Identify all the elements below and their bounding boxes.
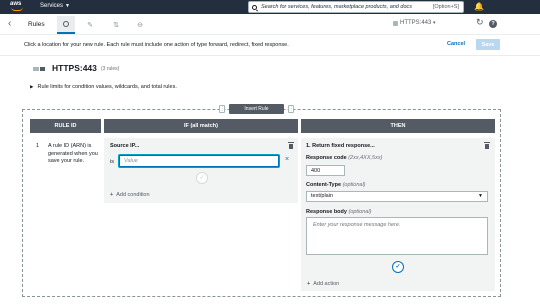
response-code-label-text: Response code bbox=[306, 155, 347, 161]
action-title: 1. Return fixed response... bbox=[306, 143, 375, 149]
if-header: IF (all match) bbox=[104, 119, 298, 133]
content-type-hint: (optional) bbox=[342, 182, 366, 188]
tab-reorder-rules[interactable]: ⇅ bbox=[107, 16, 125, 34]
top-nav-bar: aws Services ▼ Search for services, featu… bbox=[0, 0, 540, 14]
reorder-icon: ⇅ bbox=[113, 22, 119, 29]
then-header: THEN bbox=[301, 119, 495, 133]
then-action-panel: 1. Return fixed response... Response cod… bbox=[301, 138, 495, 291]
plus-icon: + bbox=[110, 192, 114, 198]
insert-rule-button[interactable]: Insert Rule bbox=[229, 104, 284, 114]
cancel-button[interactable]: Cancel bbox=[447, 41, 465, 47]
refresh-icon[interactable]: ↻ bbox=[476, 17, 484, 28]
rule-number: 1 bbox=[36, 143, 40, 149]
trash-icon[interactable] bbox=[484, 142, 490, 149]
response-code-input[interactable] bbox=[306, 165, 345, 176]
delete-icon: ⊖ bbox=[137, 22, 143, 29]
add-action-button[interactable]: + Add action bbox=[307, 281, 339, 287]
confirm-action-icon[interactable]: ✓ bbox=[392, 261, 404, 273]
response-body-input[interactable] bbox=[306, 217, 488, 255]
tab-add-rule[interactable] bbox=[57, 16, 75, 34]
caret-right-icon: ▶ bbox=[30, 84, 34, 89]
drag-handle-icon[interactable]: ⋮ bbox=[288, 105, 294, 113]
content-type-value: text/plain bbox=[311, 193, 334, 199]
drag-handle-icon[interactable]: ⋮ bbox=[219, 105, 225, 113]
search-placeholder: Search for services, features, marketpla… bbox=[261, 4, 413, 10]
back-arrow-icon[interactable]: ‹ bbox=[8, 18, 11, 29]
lock-icon bbox=[393, 21, 398, 26]
condition-operator: is bbox=[110, 159, 114, 165]
rules-toolbar: ‹ Rules ✎ ⇅ ⊖ HTTPS:443 ▾ ↻ ? bbox=[0, 14, 540, 35]
content-type-label: Content-Type (optional) bbox=[306, 182, 366, 188]
tab-edit-rule[interactable]: ✎ bbox=[81, 16, 99, 34]
search-shortcut: [Option+S] bbox=[432, 4, 459, 10]
insert-rule-control: ⋮ Insert Rule ⋮ bbox=[219, 104, 309, 114]
bell-icon[interactable]: 🔔 bbox=[474, 2, 484, 11]
close-icon[interactable]: × bbox=[285, 156, 289, 163]
confirm-condition-icon[interactable]: ✓ bbox=[196, 172, 208, 184]
page-title: Rules bbox=[28, 21, 45, 28]
help-icon[interactable]: ? bbox=[489, 20, 497, 28]
chevron-down-icon: ▼ bbox=[65, 3, 70, 9]
trash-icon[interactable] bbox=[288, 142, 294, 149]
condition-title: Source IP... bbox=[110, 143, 140, 149]
response-code-hint: (2xx,4XX,5xx) bbox=[348, 155, 383, 161]
edit-icon: ✎ bbox=[87, 22, 93, 29]
response-body-hint: (optional) bbox=[348, 209, 372, 215]
aws-smile-icon bbox=[11, 7, 23, 11]
if-condition-panel: Source IP... is × ✓ +Add condition bbox=[104, 138, 298, 203]
tab-delete-rule[interactable]: ⊖ bbox=[131, 16, 149, 34]
instructions-bar: Click a location for your new rule. Each… bbox=[0, 36, 540, 56]
content-type-label-text: Content-Type bbox=[306, 182, 342, 188]
plus-icon: + bbox=[307, 281, 311, 287]
add-action-label: Add action bbox=[313, 281, 340, 287]
save-button[interactable]: Save bbox=[476, 39, 500, 50]
add-condition-button[interactable]: + Add condition bbox=[110, 192, 150, 198]
rule-limits-label: Rule limits for condition values, wildca… bbox=[37, 84, 177, 90]
services-menu[interactable]: Services ▼ bbox=[40, 3, 70, 9]
aws-logo[interactable]: aws bbox=[10, 1, 28, 13]
search-bar[interactable]: Search for services, features, marketpla… bbox=[248, 1, 464, 13]
chevron-down-icon: ▼ bbox=[478, 193, 483, 199]
rule-id-description: A rule ID (ARN) is generated when you sa… bbox=[48, 143, 98, 164]
response-code-label: Response code (2xx,4XX,5xx) bbox=[306, 155, 382, 161]
search-icon bbox=[252, 4, 257, 10]
instructions-text: Click a location for your new rule. Each… bbox=[24, 42, 289, 48]
add-condition-label: Add condition bbox=[116, 192, 150, 198]
rule-count: (3 rules) bbox=[101, 66, 120, 72]
response-body-label: Response body (optional) bbox=[306, 209, 371, 215]
chevron-down-icon[interactable]: ▾ bbox=[433, 20, 436, 26]
response-body-label-text: Response body bbox=[306, 209, 347, 215]
add-rule-icon bbox=[63, 21, 69, 27]
content-type-select[interactable]: text/plain ▼ bbox=[306, 191, 488, 202]
rule-id-header: RULE ID bbox=[30, 119, 101, 133]
services-label: Services bbox=[40, 3, 64, 9]
listener-selector[interactable]: HTTPS:443 bbox=[400, 20, 431, 26]
rule-limits-toggle[interactable]: ▶ Rule limits for condition values, wildc… bbox=[30, 84, 177, 90]
listener-heading: HTTPS:443 bbox=[52, 63, 97, 73]
condition-value-input[interactable] bbox=[119, 155, 279, 167]
listener-icon bbox=[33, 67, 45, 71]
